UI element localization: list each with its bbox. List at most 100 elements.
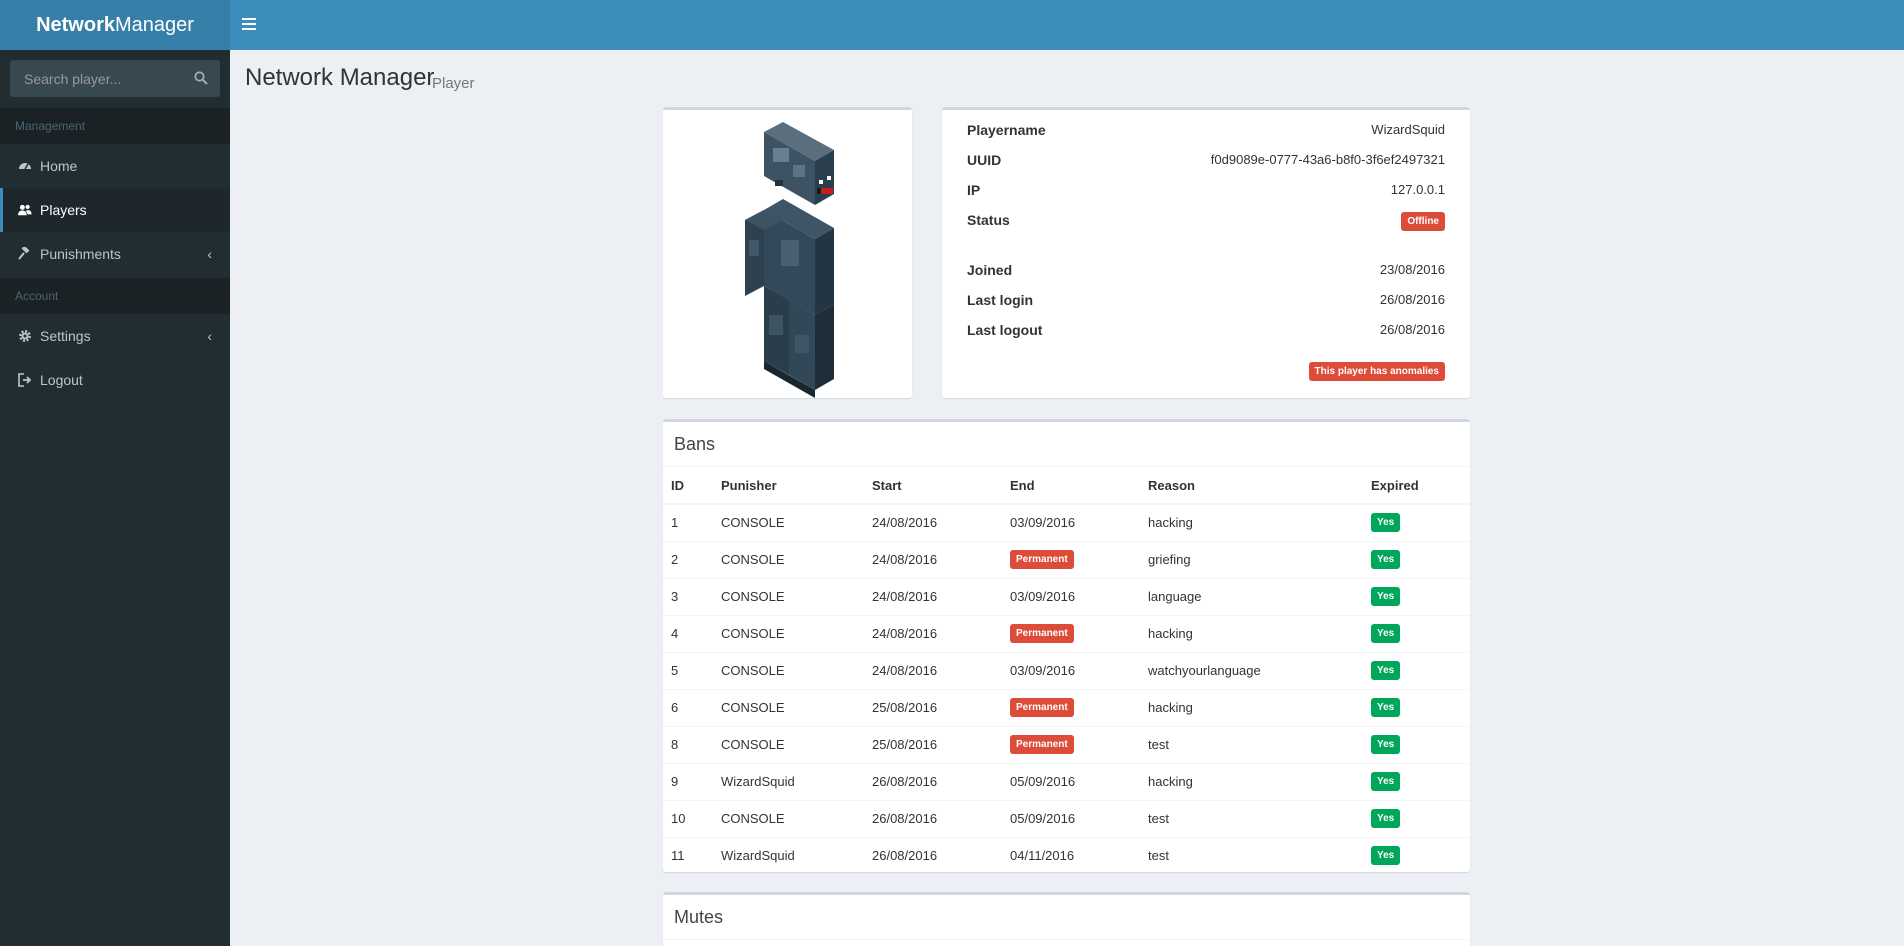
permanent-badge: Permanent <box>1010 550 1074 569</box>
ban-reason-cell: hacking <box>1140 614 1363 652</box>
column-header-start: Start <box>864 467 1002 505</box>
ban-reason-cell: hacking <box>1140 503 1363 541</box>
ban-punisher-cell: CONSOLE <box>713 614 864 652</box>
gavel-icon <box>18 247 30 260</box>
table-row: 2 CONSOLE 24/08/2016 Permanent griefing Yes <box>663 540 1470 578</box>
info-label: Joined <box>967 262 1013 278</box>
ban-expired-cell: Yes <box>1363 577 1470 615</box>
ban-start-cell: 26/08/2016 <box>864 836 1002 874</box>
info-value: 127.0.0.1 <box>1390 182 1445 197</box>
ban-end-cell: Permanent <box>1002 614 1140 652</box>
table-row: 6 CONSOLE 25/08/2016 Permanent hacking Yes <box>663 688 1470 726</box>
search-player-input[interactable] <box>10 60 190 97</box>
ban-id-cell: 4 <box>663 614 713 652</box>
info-row-playername: Playername WizardSquid <box>967 122 1445 142</box>
ban-expired-cell: Yes <box>1363 836 1470 874</box>
info-label: IP <box>967 182 981 198</box>
ban-punisher-cell: CONSOLE <box>713 799 864 837</box>
ban-end-cell: 05/09/2016 <box>1002 799 1140 837</box>
ban-punisher-cell: CONSOLE <box>713 577 864 615</box>
ban-end-cell: 03/09/2016 <box>1002 503 1140 541</box>
ban-reason-cell: griefing <box>1140 540 1363 578</box>
column-header-punisher: Punisher <box>713 467 864 505</box>
ban-id-cell: 1 <box>663 503 713 541</box>
ban-start-cell: 24/08/2016 <box>864 540 1002 578</box>
column-header-id: ID <box>663 467 713 505</box>
ban-punisher-cell: CONSOLE <box>713 725 864 763</box>
table-row: 3 CONSOLE 24/08/2016 03/09/2016 language Yes <box>663 577 1470 615</box>
ban-reason-cell: test <box>1140 725 1363 763</box>
page-title: Network Manager <box>245 64 435 91</box>
expired-badge: Yes <box>1371 513 1401 533</box>
chevron-left-icon: ‹ <box>207 328 212 344</box>
expired-badge: Yes <box>1371 624 1401 643</box>
sidebar-item-home[interactable]: Home <box>0 144 230 188</box>
ban-start-cell: 25/08/2016 <box>864 725 1002 763</box>
app-logo[interactable]: NetworkManager <box>0 0 230 50</box>
ban-id-cell: 8 <box>663 725 713 763</box>
status-badge: Offline <box>1401 212 1445 231</box>
info-row-last-login: Last login 26/08/2016 <box>967 292 1445 312</box>
table-row: 4 CONSOLE 24/08/2016 Permanent hacking Yes <box>663 614 1470 652</box>
info-value: 26/08/2016 <box>1379 322 1445 337</box>
expired-badge: Yes <box>1371 661 1401 680</box>
anomaly-row: This player has anomalies <box>967 362 1445 382</box>
users-icon <box>18 204 32 216</box>
ban-reason-cell: hacking <box>1140 688 1363 726</box>
menu-header-management: Management <box>0 108 230 144</box>
info-row-uuid: UUID f0d9089e-0777-43a6-b8f0-3f6ef249732… <box>967 152 1445 172</box>
ban-id-cell: 2 <box>663 540 713 578</box>
gear-icon <box>19 330 31 342</box>
column-header-reason: Reason <box>1140 467 1363 505</box>
table-row: 8 CONSOLE 25/08/2016 Permanent test Yes <box>663 725 1470 763</box>
ban-punisher-cell: CONSOLE <box>713 503 864 541</box>
info-value: 23/08/2016 <box>1379 262 1445 277</box>
ban-start-cell: 26/08/2016 <box>864 762 1002 800</box>
info-value: f0d9089e-0777-43a6-b8f0-3f6ef2497321 <box>1210 152 1445 167</box>
mutes-title: Mutes <box>674 907 724 927</box>
ban-end-cell: 04/11/2016 <box>1002 836 1140 874</box>
ban-start-cell: 25/08/2016 <box>864 688 1002 726</box>
sidebar-item-label: Logout <box>40 372 83 388</box>
ban-expired-cell: Yes <box>1363 540 1470 578</box>
player-skin-avatar <box>745 122 834 398</box>
sidebar-item-label: Players <box>40 202 87 218</box>
ban-id-cell: 10 <box>663 799 713 837</box>
sidebar-item-label: Punishments <box>40 246 121 262</box>
ban-expired-cell: Yes <box>1363 503 1470 541</box>
ban-punisher-cell: CONSOLE <box>713 540 864 578</box>
sidebar-item-players[interactable]: Players <box>0 188 230 232</box>
menu-header-account: Account <box>0 278 230 314</box>
search-icon[interactable] <box>194 71 208 85</box>
sidebar-item-punishments[interactable]: Punishments ‹ <box>0 232 230 276</box>
info-row-ip: IP 127.0.0.1 <box>967 182 1445 202</box>
sidebar-item-logout[interactable]: Logout <box>0 358 230 402</box>
logo-bold-text: Network <box>36 14 115 36</box>
sidebar-item-label: Settings <box>40 328 91 344</box>
ban-reason-cell: language <box>1140 577 1363 615</box>
ban-id-cell: 6 <box>663 688 713 726</box>
sidebar-item-settings[interactable]: Settings ‹ <box>0 314 230 358</box>
permanent-badge: Permanent <box>1010 735 1074 754</box>
ban-reason-cell: test <box>1140 799 1363 837</box>
info-value: WizardSquid <box>1371 122 1445 137</box>
ban-reason-cell: hacking <box>1140 762 1363 800</box>
bans-header-row: ID Punisher Start End Reason Expired <box>663 467 1470 505</box>
sign-out-icon <box>18 373 32 387</box>
ban-expired-cell: Yes <box>1363 799 1470 837</box>
table-row: 10 CONSOLE 26/08/2016 05/09/2016 test Yes <box>663 799 1470 837</box>
column-header-expired: Expired <box>1363 467 1470 505</box>
info-value: 26/08/2016 <box>1379 292 1445 307</box>
player-skin-box <box>663 107 912 398</box>
info-label: Last login <box>967 292 1034 308</box>
bans-table: ID Punisher Start End Reason Expired 1 CO… <box>663 467 1470 874</box>
info-label: Playername <box>967 122 1046 138</box>
expired-badge: Yes <box>1371 698 1401 717</box>
ban-punisher-cell: CONSOLE <box>713 688 864 726</box>
ban-id-cell: 9 <box>663 762 713 800</box>
info-label: UUID <box>967 152 1002 168</box>
table-row: 5 CONSOLE 24/08/2016 03/09/2016 watchyourlan… <box>663 651 1470 689</box>
ban-end-cell: 03/09/2016 <box>1002 651 1140 689</box>
sidebar-toggle-hamburger-icon[interactable] <box>242 15 262 35</box>
table-row: 11 WizardSquid 26/08/2016 04/11/2016 test Yes <box>663 836 1470 874</box>
